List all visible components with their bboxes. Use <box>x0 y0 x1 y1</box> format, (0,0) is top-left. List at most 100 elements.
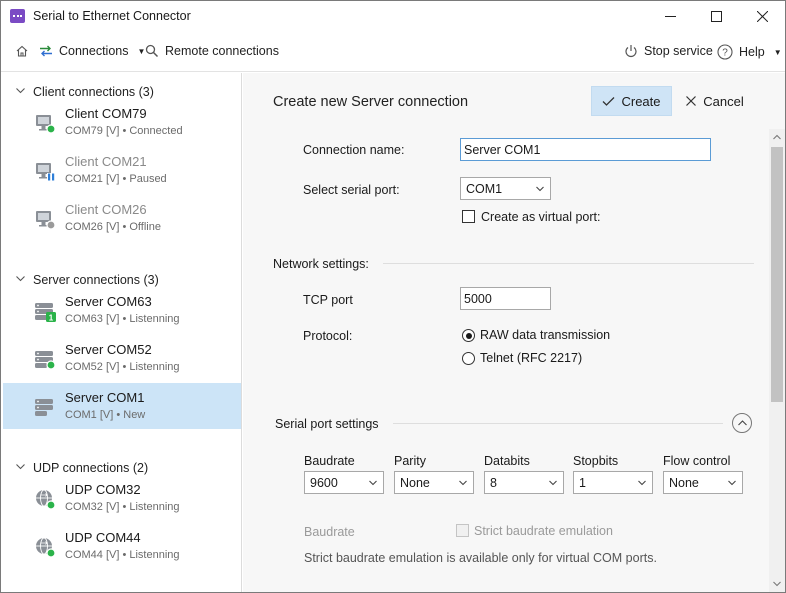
connection-detail: COM1 [V] • New <box>65 409 146 421</box>
protocol-telnet-label: Telnet (RFC 2217) <box>480 351 583 365</box>
close-icon <box>756 11 768 22</box>
home-icon <box>16 45 28 57</box>
stopbits-label: Stopbits <box>573 454 619 468</box>
connection-name: Client COM79 <box>65 106 147 121</box>
sidebar-item-connection[interactable]: Client COM79 COM79 [V] • Connected <box>3 99 241 145</box>
stop-service-button[interactable]: Stop service <box>624 44 713 58</box>
maximize-button[interactable] <box>693 1 739 32</box>
svg-text:?: ? <box>722 48 728 59</box>
remote-connections-button[interactable]: Remote connections <box>145 44 279 58</box>
connections-sidebar: Client connections (3) Client COM79 COM79 … <box>1 73 242 592</box>
strict-emulation-note: Strict baudrate emulation is available o… <box>304 551 657 565</box>
monitor-icon <box>34 112 56 134</box>
sidebar-item-connection[interactable]: 1 Server COM63 COM63 [V] • Listenning <box>3 287 241 333</box>
connection-detail: COM26 [V] • Offline <box>65 221 161 233</box>
connection-detail: COM79 [V] • Connected <box>65 125 183 137</box>
parity-value: None <box>400 476 430 490</box>
create-button[interactable]: Create <box>591 86 672 116</box>
protocol-raw-radio[interactable] <box>462 329 475 342</box>
serial-port-select[interactable]: COM1 <box>460 177 551 200</box>
sidebar-item-connection[interactable]: UDP COM32 COM32 [V] • Listenning <box>3 475 241 521</box>
connection-detail: COM32 [V] • Listenning <box>65 501 180 513</box>
sidebar-group-label: Server connections (3) <box>33 273 159 287</box>
server-icon <box>34 348 56 370</box>
minimize-icon <box>664 16 676 17</box>
monitor-icon <box>34 160 56 182</box>
stopbits-select[interactable]: 1 <box>573 471 653 494</box>
connection-name: UDP COM32 <box>65 482 141 497</box>
page-title: Create new Server connection <box>273 94 469 110</box>
home-button[interactable] <box>15 44 29 58</box>
connection-name-label: Connection name: <box>303 143 405 157</box>
flow-control-value: None <box>669 476 699 490</box>
flow-control-select[interactable]: None <box>663 471 743 494</box>
connections-menu[interactable]: Connections ▼ <box>39 44 145 58</box>
tcp-port-label: TCP port <box>303 293 353 307</box>
parity-select[interactable]: None <box>394 471 474 494</box>
window-title: Serial to Ethernet Connector <box>33 9 191 23</box>
scroll-down-icon[interactable] <box>773 581 781 587</box>
connection-name: Client COM21 <box>65 154 147 169</box>
chevron-down-icon: ▼ <box>773 47 782 57</box>
server-icon <box>34 396 56 418</box>
baudrate-select[interactable]: 9600 <box>304 471 384 494</box>
stop-service-label: Stop service <box>644 44 713 58</box>
sidebar-item-connection[interactable]: Server COM52 COM52 [V] • Listenning <box>3 335 241 381</box>
close-window-button[interactable] <box>739 1 785 32</box>
checkmark-icon <box>603 96 615 106</box>
scroll-up-icon[interactable] <box>773 134 781 140</box>
tcp-port-field[interactable] <box>460 287 551 310</box>
connection-detail: COM21 [V] • Paused <box>65 173 167 185</box>
chevron-down-icon <box>459 480 467 486</box>
protocol-label: Protocol: <box>303 329 353 343</box>
chevron-down-icon <box>369 480 377 486</box>
scrollbar-thumb[interactable] <box>771 147 783 402</box>
connection-name: Server COM52 <box>65 342 152 357</box>
sidebar-item-connection[interactable]: Server COM1 COM1 [V] • New <box>3 383 241 429</box>
serial-port-value: COM1 <box>466 182 503 196</box>
stopbits-value: 1 <box>579 476 586 490</box>
collapse-section-button[interactable] <box>732 413 752 433</box>
section-divider <box>383 263 754 264</box>
virtual-port-checkbox[interactable] <box>462 210 475 223</box>
create-label: Create <box>621 93 661 109</box>
connection-name: Server COM63 <box>65 294 152 309</box>
help-icon: ? <box>717 44 733 60</box>
chevron-down-icon <box>536 186 544 192</box>
sidebar-item-connection[interactable]: Client COM21 COM21 [V] • Paused <box>3 147 241 193</box>
connection-detail: COM52 [V] • Listenning <box>65 361 180 373</box>
cancel-button[interactable]: Cancel <box>683 86 747 116</box>
chevron-down-icon <box>728 480 736 486</box>
network-settings-title: Network settings: <box>273 257 369 271</box>
chevron-down-icon <box>16 88 25 94</box>
chevron-down-icon <box>549 480 557 486</box>
sidebar-item-connection[interactable]: Client COM26 COM26 [V] • Offline <box>3 195 241 241</box>
app-window: Serial to Ethernet Connector Connections… <box>0 0 786 593</box>
connection-name: Server COM1 <box>65 390 145 405</box>
serial-port-label: Select serial port: <box>303 183 400 197</box>
protocol-telnet-radio[interactable] <box>462 352 475 365</box>
cancel-label: Cancel <box>703 93 744 109</box>
remote-connections-label: Remote connections <box>165 44 279 58</box>
baudrate-value: 9600 <box>310 476 338 490</box>
minimize-button[interactable] <box>647 1 693 32</box>
connection-name-field[interactable] <box>460 138 711 161</box>
strict-baudrate-checkbox[interactable] <box>456 524 469 537</box>
databits-select[interactable]: 8 <box>484 471 564 494</box>
connection-name: UDP COM44 <box>65 530 141 545</box>
monitor-icon <box>34 208 56 230</box>
title-bar: Serial to Ethernet Connector <box>1 1 785 32</box>
sidebar-item-connection[interactable]: UDP COM44 COM44 [V] • Listenning <box>3 523 241 569</box>
toolbar: Connections ▼ Remote connections Stop se… <box>1 32 785 72</box>
databits-value: 8 <box>490 476 497 490</box>
serial-settings-title: Serial port settings <box>275 417 379 431</box>
search-icon <box>145 44 159 58</box>
close-icon <box>686 96 697 106</box>
connections-icon <box>40 45 52 57</box>
help-menu[interactable]: ? Help ▼ <box>717 44 782 60</box>
connection-detail: COM44 [V] • Listenning <box>65 549 180 561</box>
parity-label: Parity <box>394 454 426 468</box>
vertical-scrollbar[interactable] <box>769 129 785 592</box>
flow-control-label: Flow control <box>663 454 731 468</box>
help-label: Help <box>739 45 765 59</box>
